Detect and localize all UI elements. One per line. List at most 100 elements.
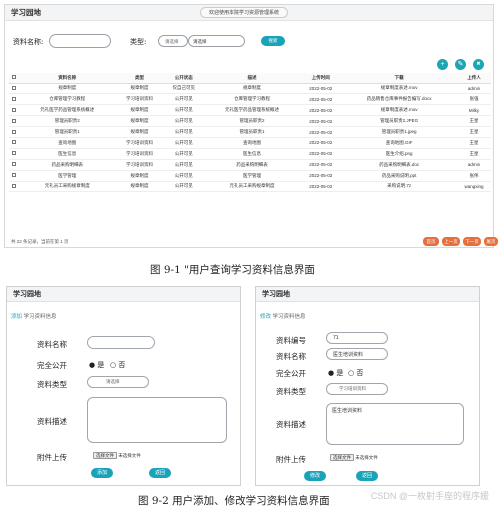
table-cell: 规章制度 [115,126,164,138]
table-row[interactable]: 医生信息 学习培训资料 公开可见 医生信息 2022-05-02 医生介绍.png 王星 [9,148,491,160]
edit-form-screen: 学习园地 修改 学习资料信息 资料编号 71 资料名称 医生培训资料 完全公开 … [255,286,480,486]
table-cell: admin [456,83,491,95]
table-row[interactable]: 医学管理 规章制度 公开可见 医学管理 2022-05-02 药品采购说明.ppt 张伟 [9,170,491,182]
table-cell: 2022-05-02 [300,126,342,138]
table-cell: 规章制度 [115,181,164,193]
table-cell: 2022-05-02 [300,115,342,128]
table-cell: 查询地图.GIF [341,137,457,149]
add-file-text: 未选择文件 [118,453,141,458]
type-select[interactable]: 请选择 [188,35,245,47]
table-cell: 元礼员工采购规章制度 [203,181,301,193]
edit-name-input[interactable]: 医生培训资料 [326,348,388,360]
row-checkbox[interactable] [9,170,19,182]
table-row[interactable]: 元礼员工采购规章制度 规章制度 公开可见 元礼员工采购规章制度 2022-05-02 采购… [9,181,491,193]
table-cell: 2022-05-02 [300,170,342,182]
figure-caption-2: 图 9-2 用户添加、修改学习资料信息界面 [138,495,330,507]
row-checkbox[interactable] [9,104,19,117]
search-button[interactable]: 搜索 [261,36,285,46]
add-icon[interactable]: + [437,59,448,70]
table-row[interactable]: 管理员职责1 规章制度 公开可见 管理员职责1 2022-05-02 管理员职责1.jpe… [9,126,491,138]
table-cell: 仅自己可见 [163,83,204,95]
add-form-header: 学习园地 [7,287,240,302]
add-public-label: 完全公开 [37,361,67,370]
edit-name-label: 资料名称 [276,352,306,361]
add-file-input[interactable]: 选择文件 未选择文件 [93,452,141,459]
edit-type-select[interactable]: 学习培训资料 [326,383,388,395]
table-cell: 学习培训资料 [115,137,164,149]
app-title: 学习园地 [11,8,41,17]
edit-icon[interactable]: ✎ [455,59,466,70]
add-form-screen: 学习园地 添加 学习资料信息 资料名称 完全公开 ● 是 ○ 否 资料类型 请选… [6,286,241,486]
edit-submit-button[interactable]: 修改 [304,471,326,481]
add-name-input[interactable] [87,336,155,349]
row-checkbox[interactable] [9,181,19,193]
table-cell: 规章制度 [115,170,164,182]
table-row[interactable]: 规章制度 规章制度 仅自己可见 规章制度 2022-05-02 规章制度表述.mov adm… [9,83,491,95]
table-row[interactable]: 药品采购明细表 学习培训资料 公开可见 药品采购明细表 2022-05-02 药品采购明细… [9,159,491,171]
add-form-breadcrumb: 添加 学习资料信息 [11,312,57,320]
edit-back-button[interactable]: 返回 [356,471,378,481]
table-cell: 张伟 [456,170,491,182]
add-file-button[interactable]: 选择文件 [93,452,117,459]
table-row[interactable]: 查询地图 学习培训资料 公开可见 查询地图 2022-05-02 查询地图.GIF 王星 [9,137,491,149]
table-cell: 规章制度 [115,83,164,95]
row-checkbox[interactable] [9,148,19,160]
table-cell: 公开可见 [163,170,204,182]
add-desc-textarea[interactable] [87,397,227,443]
edit-public-yes-radio[interactable]: ● 是 [328,368,343,378]
table-cell: 管理员职责2.JPEG [341,115,457,128]
add-type-select[interactable]: 请选择 [87,376,149,388]
row-checkbox[interactable] [9,159,19,171]
table-cell: 医学管理 [19,170,116,182]
edit-form-breadcrumb: 修改 学习资料信息 [260,312,306,320]
table-row[interactable]: 管理员职责2 规章制度 公开可见 管理员职责2 2022-05-02 管理员职责2.JPE… [9,115,491,128]
query-screen: 学习园地 欢迎使用本院学习资源管理系统 资料名称: 类型: 请选择 请选择 搜索… [4,4,498,248]
prev-page-button[interactable]: 上一页 [442,237,460,246]
add-back-button[interactable]: 返回 [149,468,171,478]
table-cell: 规章制度表述.mov [341,104,457,117]
name-search-input[interactable] [49,34,111,48]
row-checkbox[interactable] [9,137,19,149]
col-public: 公开状态 [163,73,204,84]
table-cell: 公开可见 [163,137,204,149]
add-public-yes-radio[interactable]: ● 是 [89,360,104,370]
table-row[interactable]: 仓库管理学习教程 学习培训资料 公开可见 仓库管理学习教程 2022-05-02 药品销售… [9,93,491,106]
next-page-button[interactable]: 下一页 [463,237,481,246]
add-upload-label: 附件上传 [37,453,67,462]
row-checkbox[interactable] [9,126,19,138]
table-cell: 2022-05-02 [300,83,342,95]
table-cell: 元礼员工采购规章制度 [19,181,116,193]
table-cell: 2022-05-02 [300,148,342,160]
row-checkbox[interactable] [9,115,19,128]
select-all-checkbox[interactable] [9,73,19,84]
table-cell: 公开可见 [163,126,204,138]
table-cell: 公开可见 [163,181,204,193]
table-cell: Milky [456,104,491,117]
table-row[interactable]: 元礼医学药品管理系统概述 规章制度 公开可见 元礼医学药品管理系统概述 2022-05-… [9,104,491,117]
add-public-no-radio[interactable]: ○ 否 [110,360,125,370]
add-form-title: 学习园地 [13,291,41,298]
first-page-button[interactable]: 首页 [423,237,439,246]
type-select-placeholder[interactable]: 请选择 [158,35,188,47]
row-checkbox[interactable] [9,83,19,95]
table-cell: 规章制度表述.mov [341,83,457,95]
edit-file-input[interactable]: 选择文件 未选择文件 [330,454,378,461]
col-desc: 描述 [203,73,301,84]
type-search-label: 类型: [130,38,147,46]
table-cell: 公开可见 [163,115,204,128]
edit-desc-label: 资料描述 [276,420,306,429]
delete-icon[interactable]: ✖ [473,59,484,70]
table-cell: 王星 [456,126,491,138]
table-cell: 采购说明.7z [341,181,457,193]
edit-id-input[interactable]: 71 [326,332,388,344]
row-checkbox[interactable] [9,93,19,106]
edit-public-no-radio[interactable]: ○ 否 [348,368,363,378]
edit-form-title: 学习园地 [262,291,290,298]
table-cell: 公开可见 [163,104,204,117]
edit-desc-textarea[interactable]: 医生培训资料 [326,403,464,445]
table-header-row: 资料名称 类型 公开状态 描述 上传时间 下载 上传人 [9,73,491,84]
last-page-button[interactable]: 尾页 [484,237,498,246]
table-cell: 元礼医学药品管理系统概述 [203,104,301,117]
edit-file-button[interactable]: 选择文件 [330,454,354,461]
add-submit-button[interactable]: 添加 [91,468,113,478]
